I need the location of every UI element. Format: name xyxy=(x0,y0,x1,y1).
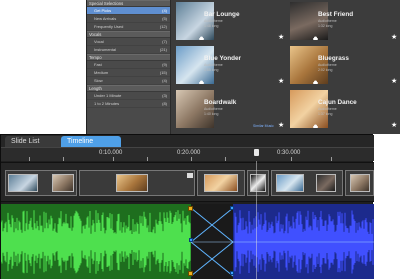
category-item-instrumental[interactable]: Instrumental (21) xyxy=(87,46,170,55)
star-icon[interactable]: ★ xyxy=(391,122,397,129)
fade-handle[interactable] xyxy=(188,271,193,276)
ruler-tick xyxy=(147,157,148,161)
slide-thumbnail xyxy=(350,174,370,192)
tab-bar: Slide List Timeline xyxy=(1,135,374,147)
tab-slide-list[interactable]: Slide List xyxy=(5,136,65,147)
track-artist: Audiotheme xyxy=(204,63,223,67)
slide-clip[interactable] xyxy=(5,170,77,196)
ruler-label: 0:10.000 xyxy=(99,150,123,156)
track-title: Best Friend xyxy=(318,11,354,18)
section-header: Tempo xyxy=(87,54,170,61)
slide-clip[interactable] xyxy=(271,170,343,196)
audio-track[interactable] xyxy=(1,204,374,279)
cloud-icon xyxy=(313,124,318,128)
time-ruler[interactable]: 0:10.000 0:20.000 0:30.000 xyxy=(1,147,374,161)
track-length: 1:48 long xyxy=(204,24,219,28)
playhead-line xyxy=(256,161,257,279)
track-length: 1:37 long xyxy=(318,112,333,116)
category-item-frequently-used[interactable]: Frequently Used (12) xyxy=(87,23,170,32)
star-icon[interactable]: ★ xyxy=(391,78,397,85)
ruler-tick xyxy=(113,157,114,161)
slide-thumbnail xyxy=(8,174,38,192)
ruler-tick xyxy=(291,157,292,161)
track-tile[interactable]: Cajun Dance Audiotheme 1:37 long ★ xyxy=(287,88,400,132)
track-title: Boardwalk xyxy=(204,99,237,106)
slide-clip[interactable] xyxy=(197,170,245,196)
track-length: 1:32 long xyxy=(318,24,333,28)
slide-clip[interactable] xyxy=(247,170,269,196)
crossfade-handle[interactable] xyxy=(230,271,234,275)
star-icon[interactable]: ★ xyxy=(278,122,284,129)
cloud-icon xyxy=(313,36,318,40)
fade-handle[interactable] xyxy=(188,206,193,211)
track-artist: Audiotheme xyxy=(204,19,223,23)
ruler-tick xyxy=(63,157,64,161)
category-item-slow[interactable]: Slow (4) xyxy=(87,77,170,86)
ruler-tick xyxy=(191,157,192,161)
slide-thumbnail xyxy=(52,174,74,192)
track-length: 1:40 long xyxy=(204,112,219,116)
timeline-editor: Slide List Timeline 0:10.000 0:20.000 0:… xyxy=(0,134,374,279)
ruler-label: 0:30.000 xyxy=(277,150,301,156)
track-length: 2:02 long xyxy=(318,68,333,72)
ruler-tick xyxy=(225,157,226,161)
section-header: Vocals xyxy=(87,31,170,38)
category-sidebar: Special Selections Get Picks (4) New Arri… xyxy=(87,0,171,134)
music-browser: Special Selections Get Picks (4) New Arri… xyxy=(86,0,400,134)
slide-thumbnail xyxy=(116,174,148,192)
crossfade-handle[interactable] xyxy=(230,206,234,210)
track-tile[interactable]: Boardwalk Audiotheme 1:40 long Similar M… xyxy=(173,88,286,132)
crossfade-handle[interactable] xyxy=(189,238,193,242)
track-tile[interactable]: Best Friend Audiotheme 1:32 long ★ xyxy=(287,0,400,44)
playhead-icon[interactable] xyxy=(254,149,259,156)
slide-thumbnail xyxy=(204,174,238,192)
star-icon[interactable]: ★ xyxy=(278,34,284,41)
category-item-fast[interactable]: Fast (9) xyxy=(87,61,170,69)
category-item-vocal[interactable]: Vocal (7) xyxy=(87,38,170,46)
slide-thumbnail xyxy=(316,174,336,192)
category-item-medium[interactable]: Medium (15) xyxy=(87,69,170,78)
category-item-1-to-2-minutes[interactable]: 1 to 2 Minutes (8) xyxy=(87,100,170,109)
star-icon[interactable]: ★ xyxy=(278,78,284,85)
track-artist: Audiotheme xyxy=(204,107,223,111)
slide-thumbnail xyxy=(250,174,266,192)
track-title: Cajun Dance xyxy=(318,99,357,106)
track-title: Blue Yonder xyxy=(204,55,242,62)
cloud-icon xyxy=(199,80,204,84)
track-length: 1:55 long xyxy=(204,68,219,72)
section-header: Special Selections xyxy=(87,0,170,7)
slide-clip[interactable] xyxy=(79,170,195,196)
track-tile[interactable]: Blue Yonder Audiotheme 1:55 long ★ xyxy=(173,44,286,88)
track-title: Bar Lounge xyxy=(204,11,240,18)
track-tile[interactable]: Bluegrass Audiotheme 2:02 long ★ xyxy=(287,44,400,88)
track-grid: Bar Lounge Audiotheme 1:48 long ★ Best F… xyxy=(173,0,400,134)
ruler-tick xyxy=(331,157,332,161)
category-item-get-picks[interactable]: Get Picks (4) xyxy=(87,6,170,15)
cloud-icon xyxy=(199,36,204,40)
tab-timeline[interactable]: Timeline xyxy=(61,136,121,147)
track-artist: Audiotheme xyxy=(318,19,337,23)
cloud-icon xyxy=(313,80,318,84)
slide-clip[interactable] xyxy=(345,170,374,196)
category-item-under-1-minute[interactable]: Under 1 Minute (3) xyxy=(87,92,170,101)
track-tile[interactable]: Bar Lounge Audiotheme 1:48 long ★ xyxy=(173,0,286,44)
text-icon xyxy=(187,173,193,178)
ruler-tick xyxy=(29,157,30,161)
section-header: Length xyxy=(87,85,170,92)
waveform xyxy=(1,207,374,277)
video-track xyxy=(1,162,374,202)
similar-music-link[interactable]: Similar Music xyxy=(253,124,274,128)
star-icon[interactable]: ★ xyxy=(391,34,397,41)
slide-thumbnail xyxy=(276,174,304,192)
ruler-label: 0:20.000 xyxy=(177,150,201,156)
track-artist: Audiotheme xyxy=(318,63,337,67)
track-title: Bluegrass xyxy=(318,55,349,62)
track-artist: Audiotheme xyxy=(318,107,337,111)
category-item-new-arrivals[interactable]: New Arrivals (5) xyxy=(87,15,170,23)
